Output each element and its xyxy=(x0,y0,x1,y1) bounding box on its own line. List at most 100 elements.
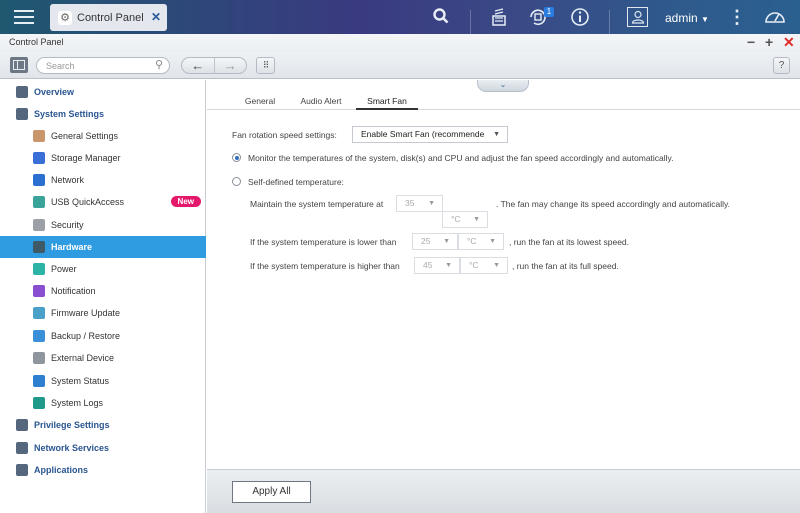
sidebar-item-network-services[interactable]: Network Services xyxy=(0,437,206,459)
radio-self-defined[interactable] xyxy=(232,177,241,186)
search-icon[interactable]: ⚲ xyxy=(155,58,163,71)
sidebar-item-label: System Status xyxy=(51,376,110,386)
footer-bar: Apply All xyxy=(207,469,800,513)
collapse-header-button[interactable]: ⌄ xyxy=(477,80,529,92)
sidebar-item-label: Security xyxy=(51,220,84,230)
more-vertical-icon[interactable]: ⋮ xyxy=(728,7,746,27)
sidebar-item-system-settings[interactable]: System Settings xyxy=(0,103,206,125)
sidebar-item-privilege-settings[interactable]: Privilege Settings xyxy=(0,414,206,436)
maintain-unit-select[interactable]: °C ▼ xyxy=(442,211,488,228)
toolbar-separator xyxy=(609,10,610,34)
user-icon[interactable] xyxy=(627,7,648,27)
storage-icon xyxy=(33,152,45,164)
search-input[interactable] xyxy=(46,59,146,72)
sidebar-item-label: Network Services xyxy=(34,443,110,453)
sidebar-item-label: Notification xyxy=(51,286,96,296)
tab-audio-alert[interactable]: Audio Alert xyxy=(299,96,343,110)
lower-prefix: If the system temperature is lower than xyxy=(250,237,397,247)
chevron-down-icon: ▼ xyxy=(493,262,500,269)
menu-icon[interactable] xyxy=(14,6,34,26)
sidebar-item-label: Privilege Settings xyxy=(34,420,110,430)
sidebar-item-system-status[interactable]: System Status xyxy=(0,370,206,392)
sidebar-item-label: System Settings xyxy=(34,109,105,119)
lower-unit-select[interactable]: °C ▼ xyxy=(458,233,504,250)
globe-icon xyxy=(16,442,28,454)
chevron-down-icon: ▼ xyxy=(489,238,496,245)
sidebar-item-network[interactable]: Network xyxy=(0,169,206,191)
maximize-button[interactable]: + xyxy=(765,35,773,49)
close-icon[interactable]: ✕ xyxy=(151,10,161,24)
fan-rotation-value: Enable Smart Fan (recommende xyxy=(361,129,485,139)
forward-button[interactable]: → xyxy=(213,58,247,73)
fan-rotation-select[interactable]: Enable Smart Fan (recommende ▼ xyxy=(352,126,508,143)
sidebar-item-applications[interactable]: Applications xyxy=(0,459,206,481)
higher-temp-value: 45 xyxy=(423,260,433,270)
help-button[interactable]: ? xyxy=(773,57,790,74)
maintain-suffix: . The fan may change its speed according… xyxy=(496,199,731,209)
chevron-down-icon: ▼ xyxy=(428,200,435,207)
higher-unit-select[interactable]: °C ▼ xyxy=(460,257,508,274)
sidebar-item-hardware[interactable]: Hardware xyxy=(0,236,206,258)
tab-smart-fan[interactable]: Smart Fan xyxy=(356,96,418,110)
gear-icon: ⚙ xyxy=(58,10,72,25)
chevron-down-icon: ⌄ xyxy=(499,80,507,89)
tab-general[interactable]: General xyxy=(244,96,276,110)
chevron-down-icon: ▼ xyxy=(701,15,709,24)
tab-bar: General Audio Alert Smart Fan xyxy=(207,96,800,110)
user-menu[interactable]: admin ▼ xyxy=(665,11,709,25)
task-stack-icon[interactable] xyxy=(490,7,508,32)
app-tab-control-panel[interactable]: ⚙ Control Panel ✕ xyxy=(50,4,167,31)
window-title: Control Panel xyxy=(9,37,64,47)
radio-auto-monitor[interactable] xyxy=(232,153,241,162)
info-icon[interactable] xyxy=(570,7,590,32)
general-settings-icon xyxy=(33,130,45,142)
minimize-button[interactable]: − xyxy=(747,35,755,49)
sidebar-item-power[interactable]: Power xyxy=(0,258,206,280)
user-icon xyxy=(16,419,28,431)
notification-icon xyxy=(33,285,45,297)
chevron-down-icon: ▼ xyxy=(443,238,450,245)
sidebar-item-usb-quickaccess[interactable]: USB QuickAccess New xyxy=(0,191,206,213)
username: admin xyxy=(665,11,698,25)
close-window-button[interactable]: ✕ xyxy=(783,35,795,49)
higher-unit-value: °C xyxy=(469,260,479,270)
lower-temp-select[interactable]: 25 ▼ xyxy=(412,233,458,250)
system-logs-icon xyxy=(33,397,45,409)
maintain-unit-value: °C xyxy=(451,214,461,224)
sidebar-item-system-logs[interactable]: System Logs xyxy=(0,392,206,414)
maintain-prefix: Maintain the system temperature at xyxy=(250,199,384,209)
sidebar-item-label: System Logs xyxy=(51,398,104,408)
sidebar-item-external-device[interactable]: External Device xyxy=(0,347,206,369)
sidebar-item-label: General Settings xyxy=(51,131,119,141)
hardware-icon xyxy=(33,241,45,253)
maintain-temp-select[interactable]: 35 ▼ xyxy=(396,195,443,212)
usb-icon xyxy=(33,196,45,208)
dashboard-gauge-icon[interactable] xyxy=(764,7,786,32)
chevron-down-icon: ▼ xyxy=(445,262,452,269)
higher-temp-select[interactable]: 45 ▼ xyxy=(414,257,460,274)
sidebar-item-label: External Device xyxy=(51,353,115,363)
sidebar-item-backup-restore[interactable]: Backup / Restore xyxy=(0,325,206,347)
sidebar-item-security[interactable]: Security xyxy=(0,214,206,236)
applications-icon xyxy=(16,464,28,476)
sidebar-toggle-button[interactable] xyxy=(10,57,28,73)
sidebar-item-firmware-update[interactable]: Firmware Update xyxy=(0,302,206,324)
sidebar-item-overview[interactable]: Overview xyxy=(0,81,206,103)
search-box: ⚲ xyxy=(36,57,170,74)
higher-suffix: , run the fan at its full speed. xyxy=(512,261,619,271)
self-defined-label: Self-defined temperature: xyxy=(248,177,344,187)
apply-all-button[interactable]: Apply All xyxy=(232,481,311,503)
sidebar-item-label: USB QuickAccess xyxy=(51,197,125,207)
notification-count-badge: 1 xyxy=(544,7,554,17)
sidebar-item-general-settings[interactable]: General Settings xyxy=(0,125,206,147)
sidebar-item-label: Backup / Restore xyxy=(51,331,121,341)
new-badge: New xyxy=(170,196,201,207)
sidebar-item-label: Firmware Update xyxy=(51,308,121,318)
sidebar-item-notification[interactable]: Notification xyxy=(0,280,206,302)
chevron-down-icon: ▼ xyxy=(493,131,500,138)
back-button[interactable]: ← xyxy=(182,58,214,73)
apps-grid-button[interactable]: ⠿ xyxy=(256,57,275,74)
lower-unit-value: °C xyxy=(467,236,477,246)
sidebar-item-storage-manager[interactable]: Storage Manager xyxy=(0,147,206,169)
search-icon[interactable] xyxy=(432,7,450,30)
